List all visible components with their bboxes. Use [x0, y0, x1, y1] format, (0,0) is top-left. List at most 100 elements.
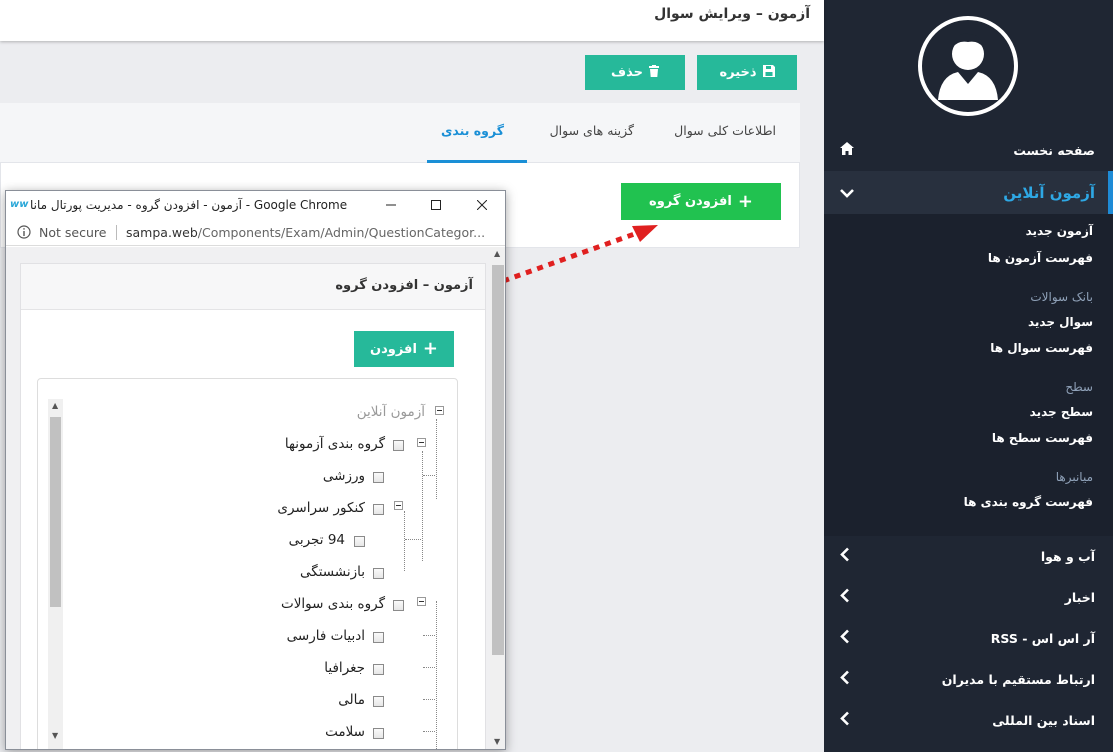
tree-node-sports[interactable]: ورزشی — [323, 468, 365, 484]
submenu-link-new-level[interactable]: سطح جدید — [1030, 405, 1093, 419]
top-bar: آزمون – ویرایش سوال — [0, 0, 824, 41]
tree-scrollbar-thumb[interactable] — [50, 417, 61, 607]
url-host: sampa.web — [126, 225, 198, 240]
tab-bar: اطلاعات کلی سوال گزینه های سوال گروه بند… — [0, 103, 800, 163]
collapse-icon[interactable] — [394, 501, 403, 510]
tree-node-root[interactable]: آزمون آنلاین — [357, 404, 425, 420]
chevron-left-icon — [840, 629, 850, 647]
tree-checkbox[interactable] — [373, 472, 384, 483]
tree-checkbox[interactable] — [373, 632, 384, 643]
sidebar-item-rss[interactable]: آر اس اس - RSS — [824, 618, 1113, 658]
tree-connector — [423, 699, 435, 700]
popup-window: ww آزمون - افزودن گروه - مدیریت پورتال م… — [5, 190, 506, 750]
info-icon[interactable] — [17, 225, 31, 242]
tree-checkbox[interactable] — [393, 440, 404, 451]
tree-node-94-experimental[interactable]: 94 تجربی — [289, 532, 345, 548]
add-group-button-label: افزودن گروه — [649, 194, 732, 209]
trash-icon — [649, 64, 659, 81]
window-title: آزمون - افزودن گروه - مدیریت پورتال مانا… — [30, 198, 348, 212]
tree-node-question-groups[interactable]: گروه بندی سوالات — [281, 596, 385, 612]
tree-checkbox[interactable] — [373, 504, 384, 515]
tree-node-konkur[interactable]: کنکور سراسری — [277, 500, 365, 516]
submenu-heading-shortcuts: میانبرها — [1055, 470, 1093, 484]
tree-checkbox[interactable] — [373, 696, 384, 707]
sidebar-item-label: ارتباط مستقیم با مدیران — [941, 671, 1095, 687]
tab-question-options[interactable]: گزینه های سوال — [550, 123, 634, 138]
tree-connector — [423, 635, 435, 636]
tree-connector — [423, 475, 435, 476]
url-text[interactable]: sampa.web/Components/Exam/Admin/Question… — [126, 225, 485, 240]
tree-node-finance[interactable]: مالی — [338, 692, 365, 708]
floppy-disk-icon — [762, 64, 775, 81]
card-title: آزمون – افزودن گروه — [335, 278, 473, 293]
sidebar-item-online-exam[interactable]: آزمون آنلاین — [824, 171, 1113, 215]
add-group-card: آزمون – افزودن گروه + افزودن ▲ ▼ آزمون آ… — [20, 263, 486, 749]
tree-connector — [436, 601, 437, 749]
tree-node-persian-literature[interactable]: ادبیات فارسی — [287, 628, 365, 644]
tree-checkbox[interactable] — [354, 536, 365, 547]
tree-node-retirement[interactable]: بازنشستگی — [300, 564, 365, 580]
close-icon[interactable] — [471, 195, 493, 215]
page-title: آزمون – ویرایش سوال — [654, 6, 810, 22]
sidebar-item-news[interactable]: اخبار — [824, 577, 1113, 617]
maximize-icon[interactable] — [425, 195, 447, 215]
tab-general-info[interactable]: اطلاعات کلی سوال — [674, 123, 776, 138]
tree-connector — [423, 667, 435, 668]
tree-checkbox[interactable] — [373, 728, 384, 739]
tree-node-geography[interactable]: جغرافیا — [324, 660, 365, 676]
collapse-icon[interactable] — [417, 597, 426, 606]
delete-button-label: حذف — [611, 65, 643, 80]
add-group-button[interactable]: + افزودن گروه — [621, 183, 781, 220]
submenu-link-level-list[interactable]: فهرست سطح ها — [992, 431, 1093, 445]
app-logo-icon: ww — [10, 199, 29, 210]
tree-node-health[interactable]: سلامت — [325, 724, 365, 740]
window-title-bar: ww آزمون - افزودن گروه - مدیریت پورتال م… — [6, 191, 505, 220]
tree-checkbox[interactable] — [373, 664, 384, 675]
category-tree: ▲ ▼ آزمون آنلاین گروه بندی آزمونها ورزشی… — [37, 378, 458, 749]
sidebar-item-direct-contact[interactable]: ارتباط مستقیم با مدیران — [824, 659, 1113, 699]
submenu-link-question-list[interactable]: فهرست سوال ها — [990, 341, 1093, 355]
sidebar-item-home[interactable]: صفحه نخست — [824, 130, 1113, 170]
address-bar[interactable]: Not secure sampa.web/Components/Exam/Adm… — [6, 220, 505, 246]
user-avatar-icon[interactable] — [918, 16, 1018, 116]
delete-button[interactable]: حذف — [585, 55, 685, 90]
collapse-icon[interactable] — [417, 438, 426, 447]
sidebar: صفحه نخست آزمون آنلاین آزمون جدید فهرست … — [824, 0, 1113, 752]
sidebar-item-label: آب و هوا — [1040, 548, 1095, 564]
sidebar-item-weather[interactable]: آب و هوا — [824, 536, 1113, 576]
popup-body: آزمون – افزودن گروه + افزودن ▲ ▼ آزمون آ… — [6, 247, 505, 749]
save-button-label: ذخیره — [719, 65, 757, 80]
sidebar-item-label: آر اس اس - RSS — [990, 630, 1095, 646]
sidebar-item-label: صفحه نخست — [1013, 142, 1095, 158]
address-separator — [116, 225, 117, 240]
chevron-down-icon — [840, 184, 854, 202]
not-secure-label: Not secure — [39, 225, 107, 240]
minimize-icon[interactable] — [380, 195, 402, 215]
sidebar-item-label: آزمون آنلاین — [1003, 184, 1095, 202]
tree-connector — [423, 731, 435, 732]
page-scrollbar-thumb[interactable] — [492, 265, 504, 655]
submenu-link-new-question[interactable]: سوال جدید — [1028, 315, 1093, 329]
tree-checkbox[interactable] — [393, 600, 404, 611]
save-button[interactable]: ذخیره — [697, 55, 797, 90]
plus-icon: + — [737, 190, 753, 212]
submenu-online-exam: آزمون جدید فهرست آزمون ها بانک سوالات سو… — [824, 214, 1113, 536]
tree-node-exam-groups[interactable]: گروه بندی آزمونها — [285, 436, 385, 452]
scroll-up-icon[interactable]: ▲ — [494, 249, 500, 258]
submenu-link-exam-list[interactable]: فهرست آزمون ها — [988, 251, 1093, 265]
tree-connector — [436, 419, 437, 499]
chevron-left-icon — [840, 711, 850, 729]
tab-grouping[interactable]: گروه بندی — [441, 123, 504, 138]
scroll-down-icon[interactable]: ▼ — [494, 737, 500, 746]
tree-checkbox[interactable] — [373, 568, 384, 579]
submenu-link-group-list[interactable]: فهرست گروه بندی ها — [964, 495, 1093, 509]
add-button[interactable]: + افزودن — [354, 331, 454, 367]
sidebar-item-international-docs[interactable]: اسناد بین المللی — [824, 700, 1113, 740]
scroll-up-icon[interactable]: ▲ — [52, 401, 58, 410]
submenu-link-new-exam[interactable]: آزمون جدید — [1026, 224, 1093, 238]
home-icon — [840, 142, 854, 158]
collapse-icon[interactable] — [435, 406, 444, 415]
sidebar-item-label: اسناد بین المللی — [992, 712, 1095, 728]
scroll-down-icon[interactable]: ▼ — [52, 731, 58, 740]
sidebar-item-label: اخبار — [1064, 589, 1095, 605]
